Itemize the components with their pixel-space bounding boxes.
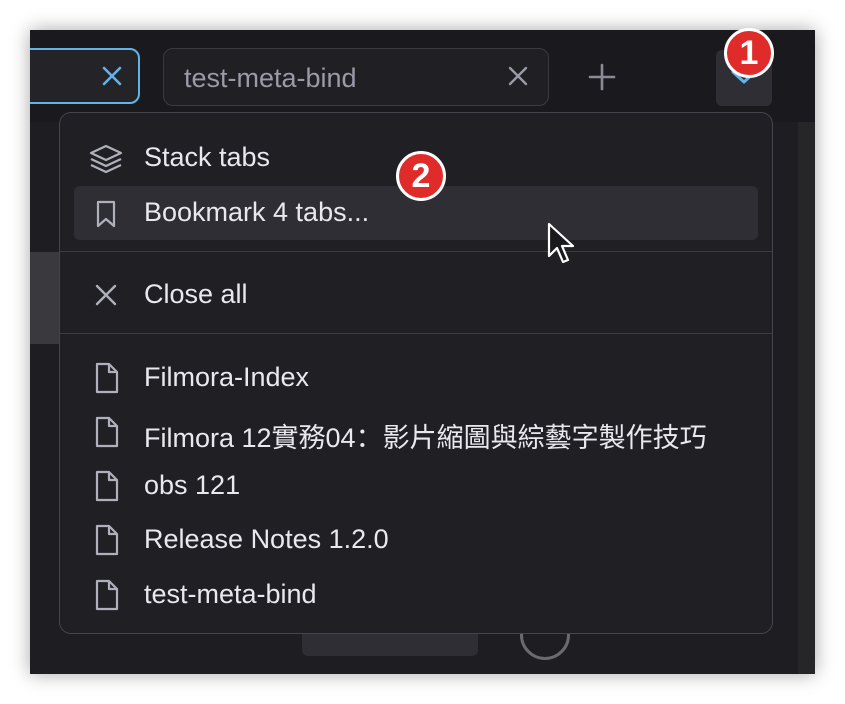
tab-label: test-meta-bind — [184, 63, 357, 93]
open-tab-label: Release Notes 1.2.0 — [144, 524, 389, 554]
open-tab-label: Filmora 12實務04：影片縮圖與綜藝字製作技巧 — [144, 423, 707, 453]
tab-active[interactable] — [30, 48, 140, 104]
layers-icon — [89, 144, 123, 174]
file-icon — [92, 362, 120, 394]
file-icon — [92, 579, 120, 611]
menu-divider — [60, 251, 772, 252]
step-badge-2: 2 — [396, 151, 446, 201]
background-panel — [30, 252, 60, 344]
open-tab-item[interactable]: Filmora-Index — [74, 351, 758, 405]
bookmark-icon — [92, 199, 120, 228]
mouse-cursor-icon — [547, 222, 575, 264]
menu-item-label: Close all — [144, 279, 248, 309]
open-tab-item[interactable]: Release Notes 1.2.0 — [74, 513, 758, 567]
open-tab-item[interactable]: obs 121 — [74, 459, 758, 513]
tab-test-meta-bind[interactable]: test-meta-bind — [163, 48, 549, 106]
right-rail — [798, 122, 815, 674]
tab-bar: test-meta-bind — [30, 30, 815, 122]
menu-item-label: Stack tabs — [144, 142, 271, 172]
file-icon — [92, 416, 120, 448]
open-tab-label: obs 121 — [144, 470, 241, 500]
close-icon — [92, 281, 120, 309]
close-tab-icon[interactable] — [506, 64, 530, 88]
menu-divider — [60, 333, 772, 334]
app-window: test-meta-bind Stack tabs Bookmark 4 tab… — [30, 30, 815, 674]
open-tab-item[interactable]: test-meta-bind — [74, 568, 758, 622]
step-badge-1: 1 — [724, 28, 774, 78]
file-icon — [92, 470, 120, 502]
open-tab-label: Filmora-Index — [144, 362, 310, 392]
open-tab-label: test-meta-bind — [144, 579, 317, 609]
close-tab-icon[interactable] — [100, 64, 124, 88]
plus-icon[interactable] — [588, 63, 616, 91]
file-icon — [92, 524, 120, 556]
menu-item-close-all[interactable]: Close all — [74, 268, 758, 322]
open-tab-item[interactable]: Filmora 12實務04：影片縮圖與綜藝字製作技巧 — [74, 405, 758, 459]
menu-item-label: Bookmark 4 tabs... — [144, 197, 370, 227]
